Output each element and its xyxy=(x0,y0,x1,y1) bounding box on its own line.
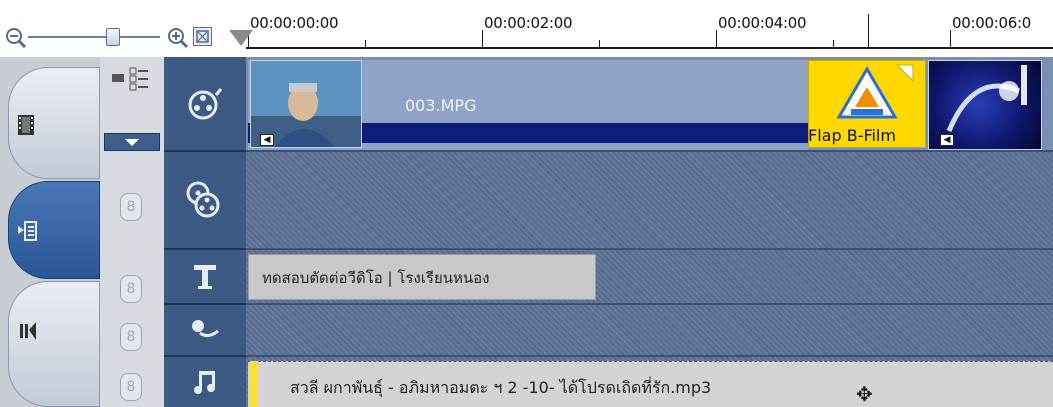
music-clip-start-marker xyxy=(250,361,258,407)
zoom-out-button[interactable] xyxy=(4,26,28,54)
title-track-lock-toggle[interactable]: 8 xyxy=(120,275,142,303)
audio-speaker-icon: ◀ xyxy=(260,134,274,146)
overlay-track-header[interactable] xyxy=(164,152,246,250)
playhead-marker-line xyxy=(868,14,869,48)
zoom-in-button[interactable] xyxy=(166,26,190,54)
timeline-view-icon xyxy=(18,221,37,241)
overlay-reels-icon xyxy=(186,181,220,218)
ruler-tick xyxy=(950,30,951,48)
track-dropdown-button[interactable] xyxy=(104,133,160,151)
track-header-column xyxy=(164,57,246,407)
audio-view-button[interactable] xyxy=(8,281,100,407)
zoom-slider-thumb[interactable] xyxy=(106,28,120,46)
timeline-ruler[interactable] xyxy=(246,47,1053,49)
timeline-view-button[interactable] xyxy=(8,181,100,279)
title-track-header[interactable] xyxy=(164,250,246,305)
zoom-in-icon xyxy=(168,28,189,49)
ruler-tick xyxy=(365,40,366,48)
transition-thumbnail-icon xyxy=(836,64,914,119)
audio-speaker-icon: ◀ xyxy=(940,134,954,146)
video-track-header[interactable] xyxy=(164,57,246,152)
view-mode-panel xyxy=(0,57,100,407)
timecode-label: 00:00:04:00 xyxy=(718,14,807,32)
zoom-out-icon xyxy=(6,28,27,49)
audio-view-icon xyxy=(20,322,36,340)
track-manager-button[interactable] xyxy=(110,65,150,99)
music-track-header[interactable] xyxy=(164,357,246,407)
title-text-icon xyxy=(194,264,216,289)
film-strip-icon xyxy=(18,115,34,135)
microphone-icon xyxy=(192,320,219,338)
music-clip-name: สวลี ผกาพันธุ์ - อภิมหาอมตะ ฯ 2 -10- ได้… xyxy=(290,378,712,397)
voice-track-header[interactable] xyxy=(164,305,246,357)
voice-track-lock-toggle[interactable]: 8 xyxy=(120,323,142,351)
video-clip-name: 003.MPG xyxy=(405,96,477,115)
fit-to-window-button[interactable] xyxy=(193,27,212,46)
ruler-tick xyxy=(482,30,483,48)
overlay-track[interactable] xyxy=(246,152,1053,250)
track-lock-column: 8 8 8 8 xyxy=(100,57,164,407)
storyboard-view-button[interactable] xyxy=(8,67,100,179)
timecode-label: 00:00:06:0 xyxy=(952,14,1031,32)
timecode-label: 00:00:02:00 xyxy=(484,14,573,32)
music-note-icon xyxy=(194,371,215,394)
voice-track[interactable] xyxy=(246,305,1053,357)
ruler-tick xyxy=(833,40,834,48)
ruler-tick xyxy=(599,40,600,48)
ruler-tick xyxy=(716,30,717,48)
film-reel-icon xyxy=(188,87,223,119)
move-cursor-icon: ✥ xyxy=(856,382,873,406)
transition-label: Flap B-Film xyxy=(808,126,896,145)
zoom-slider-track[interactable] xyxy=(28,36,160,38)
title-clip-text: ทดสอบตัดต่อวีดิโอ | โรงเรียนหนอง xyxy=(262,269,490,287)
music-track-lock-toggle[interactable]: 8 xyxy=(120,373,142,401)
playhead-handle[interactable] xyxy=(229,30,253,46)
fit-to-window-icon xyxy=(196,30,209,43)
chevron-down-icon xyxy=(125,139,139,146)
overlay-track-lock-toggle[interactable]: 8 xyxy=(120,193,142,221)
timecode-label: 00:00:00:00 xyxy=(250,14,339,32)
track-manager-icon xyxy=(112,67,148,91)
